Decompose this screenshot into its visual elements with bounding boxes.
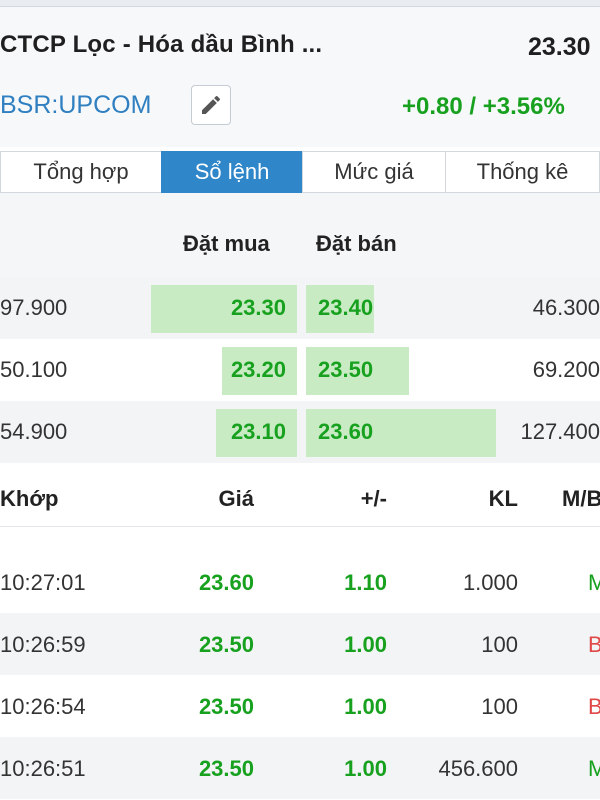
ticker-symbol[interactable]: BSR:UPCOM: [0, 91, 151, 120]
trade-volume: 1.000: [462, 570, 518, 595]
trade-change: 1.00: [344, 756, 387, 781]
orderbook-row: 54.900 23.10 23.60 127.400: [0, 401, 600, 463]
volume-column-header: KL: [488, 486, 518, 511]
buy-column-header: Đặt mua: [183, 231, 270, 256]
trade-volume: 456.600: [438, 756, 518, 781]
orderbook-row: 97.900 23.30 23.40 46.300: [0, 277, 600, 339]
side-column-header: M/B: [562, 486, 600, 511]
trade-row: 10:26:54 23.50 1.00 100 B: [0, 675, 600, 737]
trade-side: M: [588, 570, 600, 595]
trade-price: 23.60: [198, 570, 254, 595]
orderbook-row: 50.100 23.20 23.50 69.200: [0, 339, 600, 401]
tab-thong-ke[interactable]: Thống kê: [445, 151, 600, 193]
trade-row: 10:26:51 23.50 1.00 456.600 M: [0, 737, 600, 799]
trade-side: B: [588, 632, 600, 657]
ask-price: 23.50: [318, 357, 374, 382]
time-column-header: Khớp: [0, 486, 59, 511]
trade-time: 10:26:59: [0, 632, 86, 657]
bid-price: 23.20: [230, 357, 286, 382]
ask-price: 23.40: [318, 295, 374, 320]
bid-price: 23.10: [230, 419, 286, 444]
window-top-strip: [0, 0, 600, 7]
trade-price: 23.50: [198, 632, 254, 657]
trade-price: 23.50: [198, 756, 254, 781]
current-price: 23.30: [528, 33, 591, 61]
trade-side: B: [588, 694, 600, 719]
tab-tong-hop[interactable]: Tổng hợp: [0, 151, 161, 193]
trade-side: M: [588, 756, 600, 781]
ask-price: 23.60: [318, 419, 374, 444]
trade-change: 1.00: [344, 694, 387, 719]
trade-change: 1.10: [344, 570, 387, 595]
ask-volume: 69.200: [532, 357, 600, 382]
stock-header: CTCP Lọc - Hóa dầu Bình ... 23.30 BSR:UP…: [0, 7, 600, 147]
pencil-icon: [202, 95, 221, 114]
ask-volume: 127.400: [520, 419, 600, 444]
trade-change: 1.00: [344, 632, 387, 657]
orderbook-header: Đặt mua Đặt bán: [0, 193, 600, 277]
tab-muc-gia[interactable]: Mức giá: [302, 151, 445, 193]
price-column-header: Giá: [218, 486, 254, 511]
trade-volume: 100: [481, 632, 518, 657]
price-change: +0.80 / +3.56%: [402, 93, 565, 120]
ask-volume: 46.300: [532, 295, 600, 320]
trade-time: 10:26:54: [0, 694, 86, 719]
trade-row: 10:26:59 23.50 1.00 100 B: [0, 613, 600, 675]
sell-column-header: Đặt bán: [316, 231, 397, 256]
change-column-header: +/-: [360, 486, 387, 511]
edit-button[interactable]: [191, 85, 231, 125]
trades-header: Khớp Giá +/- KL M/B: [0, 470, 600, 527]
trade-price: 23.50: [198, 694, 254, 719]
trades-list[interactable]: 10:27:01 23.60 1.10 1.000 M 10:26:59 23.…: [0, 527, 600, 800]
trade-volume: 100: [481, 694, 518, 719]
bid-volume: 54.900: [0, 419, 68, 444]
trade-row: 10:27:01 23.60 1.10 1.000 M: [0, 551, 600, 613]
trade-time: 10:26:51: [0, 756, 86, 781]
bid-volume: 50.100: [0, 357, 68, 382]
company-name: CTCP Lọc - Hóa dầu Bình ...: [0, 31, 323, 58]
tab-so-lenh[interactable]: Sổ lệnh: [161, 151, 302, 193]
tab-bar: Tổng hợp Sổ lệnh Mức giá Thống kê: [0, 151, 600, 194]
bid-volume: 97.900: [0, 295, 68, 320]
trade-time: 10:27:01: [0, 570, 86, 595]
bid-price: 23.30: [230, 295, 286, 320]
